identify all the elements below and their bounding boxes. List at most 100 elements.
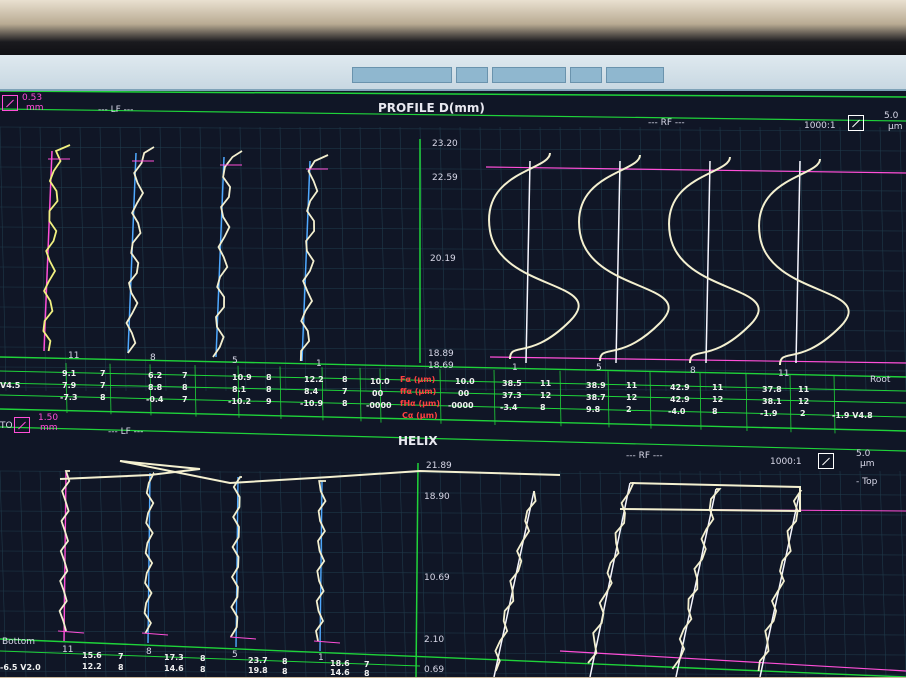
helix-trace [671,488,722,670]
grid-line [259,126,267,392]
helix-zoom-prefix: TO [0,421,13,431]
grid-line [399,126,407,392]
scale-icon[interactable] [818,453,834,469]
toolbar-tab-5[interactable] [606,67,664,83]
grid-line [859,126,867,392]
table-cell: -0000 [366,401,392,410]
grid-line [0,286,906,292]
helix-axis-label: 21.89 [426,461,452,471]
table-cell: 8.8 [148,383,163,392]
profile-axis-label: 20.19 [430,254,456,264]
grid-line [739,126,747,392]
param-label: Cα (μm) [402,411,438,420]
grid-line [819,126,827,392]
grid-line [479,470,487,677]
table-cell: 8 [200,665,206,674]
grid-line [0,266,906,272]
profile-zoom-value: 0.53 [22,93,43,103]
grid-line [419,126,427,392]
grid-line [0,126,906,132]
grid-line [479,126,487,392]
table-cell: 9.1 [62,369,77,378]
toolbar-tab-1[interactable] [352,67,452,83]
helix-axis-label: 0.69 [424,665,445,675]
grid-line [519,470,527,677]
table-cell: 42.9 [670,383,690,392]
helix-tooth-number: 11 [62,645,74,655]
table-cell: 42.9 [670,395,690,404]
grid-line [459,470,467,677]
grid-line [39,126,47,392]
grid-line [379,126,387,392]
grid-line [119,470,127,677]
table-cell: 10.9 [232,373,252,382]
grid-line [0,326,906,332]
table-cell: 8 [540,403,546,412]
grid-line [839,126,847,392]
table-cell: 7.9 [62,381,77,390]
grid-line [199,126,207,392]
window-titlebar [0,55,906,91]
table-cell: 10.0 [455,377,475,386]
table-cell: 12 [798,397,810,406]
toolbar-tab-3[interactable] [492,67,566,83]
table-cell: 8 [342,399,348,408]
table-cell: 8 [100,393,106,402]
measurement-screen: 0.53 mm --- LF --- PROFILE D(mm) --- RF … [0,91,906,678]
table-cell: 12 [712,395,724,404]
param-label: ffα (μm) [400,387,437,396]
grid-line [0,126,7,392]
profile-trace [668,156,760,364]
grid-line [399,470,407,677]
table-cell: -0.4 [146,395,164,404]
table-cell: 38.5 [502,379,522,388]
toolbar-tab-2[interactable] [456,67,488,83]
grid-line [359,470,367,677]
grid-line [659,126,667,392]
profile-tooth-number: 11 [68,351,80,361]
toolbar-tab-4[interactable] [570,67,602,83]
grid-line [39,470,47,677]
table-cell: 12 [626,393,638,402]
table-cell: 8 [342,375,348,384]
monitor-screen: 0.53 mm --- LF --- PROFILE D(mm) --- RF … [0,55,906,678]
table-cell: 00 [458,389,470,398]
helix-axis-label: 2.10 [424,635,445,645]
table-cell: 9 [266,397,272,406]
grid-line [299,470,307,677]
table-cell: 17.3 [164,653,184,662]
monitor-bezel [0,0,906,60]
table-cell: 7 [182,395,188,404]
grid-line [239,126,247,392]
scale-icon[interactable] [848,115,864,131]
table-cell: 14.6 [164,664,184,673]
frame-line [0,91,906,98]
grid-line [0,186,906,192]
table-cell: 8 [200,654,206,663]
profile-trace [488,152,580,360]
grid-line [0,206,906,212]
table-cell: 8 [712,407,718,416]
zoom-icon[interactable] [14,417,30,433]
grid-line [779,126,787,392]
table-cell: -3.4 [500,403,518,412]
profile-trace [42,144,71,352]
grid-line [639,126,647,392]
profile-zoom-unit: mm [26,103,44,113]
reference-line [759,490,801,677]
profile-scale-value: 5.0 [884,111,899,121]
grid-line [899,470,906,677]
helix-scale-value: 5.0 [856,449,871,459]
helix-tooth-number: 1 [318,653,324,663]
table-cell: -7.3 [60,393,78,402]
table-cell: 37.3 [502,391,522,400]
zoom-icon[interactable] [2,95,18,111]
grid-line [0,246,906,252]
grid-line [0,490,906,496]
top-label: - Top [856,477,878,487]
helix-title: HELIX [398,434,438,448]
table-cell: -1.9 [760,409,778,418]
reference-line [615,160,621,364]
table-cell: 9.8 [586,405,601,414]
grid-line [99,470,107,677]
